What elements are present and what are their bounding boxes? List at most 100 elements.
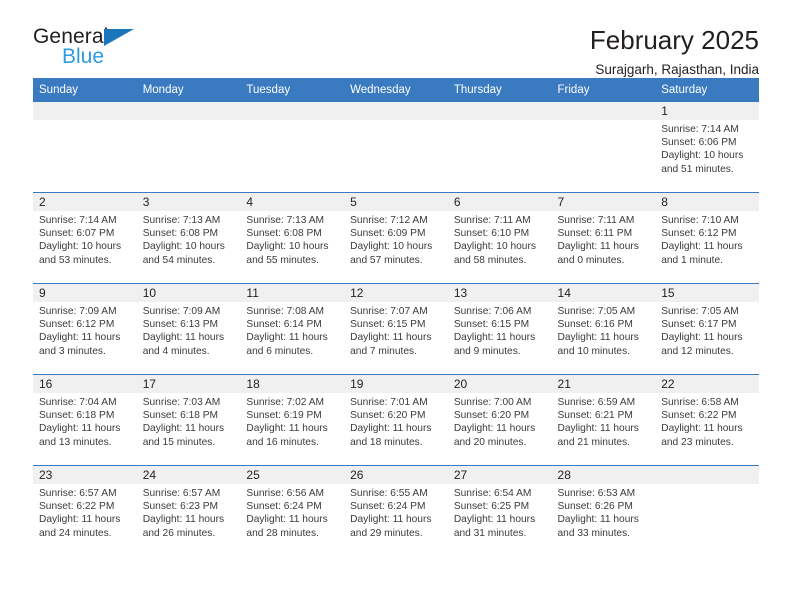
calendar-week-row: 16 Sunrise: 7:04 AM Sunset: 6:18 PM Dayligh… [33, 374, 759, 466]
calendar-day-cell[interactable] [136, 102, 241, 193]
calendar-day-cell[interactable] [344, 102, 448, 193]
daylight-text: Daylight: 11 hours and 18 minutes. [350, 423, 432, 448]
sunrise-text: Sunrise: 6:55 AM [350, 488, 428, 499]
generalblue-logo[interactable]: General Blue [33, 26, 145, 74]
daylight-text: Daylight: 11 hours and 33 minutes. [557, 514, 639, 539]
calendar-day-cell[interactable]: 1 Sunrise: 7:14 AM Sunset: 6:06 PM Daylight… [655, 102, 759, 193]
day-number: 19 [344, 375, 448, 393]
calendar-page: General Blue February 2025 Surajgarh, Ra… [0, 0, 792, 612]
sunset-text: Sunset: 6:21 PM [557, 410, 633, 422]
day-number: 8 [655, 193, 759, 211]
calendar-day-cell[interactable]: 2 Sunrise: 7:14 AM Sunset: 6:07 PM Daylight… [33, 192, 137, 284]
calendar-day-cell[interactable]: 5 Sunrise: 7:12 AM Sunset: 6:09 PM Daylight… [344, 192, 448, 284]
calendar-day-cell[interactable]: 22 Sunrise: 6:58 AM Sunset: 6:22 PM Dayligh… [655, 374, 759, 466]
daylight-text: Daylight: 11 hours and 13 minutes. [39, 423, 121, 448]
calendar-table: Sunday Monday Tuesday Wednesday Thursday… [33, 78, 759, 556]
day-number: 23 [33, 466, 137, 484]
day-number: 14 [551, 284, 656, 302]
day-number: 25 [240, 466, 345, 484]
calendar-day-cell[interactable]: 4 Sunrise: 7:13 AM Sunset: 6:08 PM Daylight… [240, 192, 345, 284]
sunset-text: Sunset: 6:24 PM [350, 501, 426, 513]
sunrise-text: Sunrise: 6:57 AM [142, 488, 221, 499]
sunset-text: Sunset: 6:09 PM [350, 228, 426, 240]
daylight-text: Daylight: 11 hours and 31 minutes. [453, 514, 536, 539]
sunrise-text: Sunrise: 6:53 AM [557, 488, 636, 499]
calendar-day-cell[interactable] [447, 102, 552, 193]
calendar-day-cell[interactable] [655, 465, 759, 556]
calendar-day-cell[interactable]: 8 Sunrise: 7:10 AM Sunset: 6:12 PM Daylight… [655, 192, 759, 284]
day-number: 7 [551, 193, 656, 211]
calendar-day-cell[interactable]: 28 Sunrise: 6:53 AM Sunset: 6:26 PM Dayligh… [551, 465, 656, 556]
calendar-day-cell[interactable]: 23 Sunrise: 6:57 AM Sunset: 6:22 PM Dayligh… [33, 465, 137, 556]
daylight-text: Daylight: 10 hours and 55 minutes. [246, 241, 329, 266]
calendar-day-cell[interactable]: 9 Sunrise: 7:09 AM Sunset: 6:12 PM Daylight… [33, 283, 137, 375]
daylight-text: Daylight: 11 hours and 12 minutes. [661, 332, 743, 357]
sunset-text: Sunset: 6:20 PM [453, 410, 530, 422]
sunset-text: Sunset: 6:12 PM [661, 228, 737, 240]
day-number [33, 102, 137, 120]
calendar-day-cell[interactable]: 25 Sunrise: 6:56 AM Sunset: 6:24 PM Dayligh… [240, 465, 345, 556]
sunset-text: Sunset: 6:12 PM [39, 319, 115, 331]
calendar-week-row: 1 Sunrise: 7:14 AM Sunset: 6:06 PM Daylight… [33, 102, 759, 193]
calendar-day-cell[interactable]: 3 Sunrise: 7:13 AM Sunset: 6:08 PM Daylight… [136, 192, 241, 284]
calendar-day-cell[interactable]: 27 Sunrise: 6:54 AM Sunset: 6:25 PM Dayligh… [447, 465, 552, 556]
calendar-day-cell[interactable] [551, 102, 656, 193]
daylight-text: Daylight: 11 hours and 29 minutes. [350, 514, 432, 539]
calendar-day-cell[interactable]: 6 Sunrise: 7:11 AM Sunset: 6:10 PM Daylight… [447, 192, 552, 284]
calendar-day-cell[interactable]: 7 Sunrise: 7:11 AM Sunset: 6:11 PM Daylight… [551, 192, 656, 284]
sunset-text: Sunset: 6:18 PM [39, 410, 115, 422]
weekday-header-thursday: Thursday [447, 78, 552, 102]
calendar-week-row: 9 Sunrise: 7:09 AM Sunset: 6:12 PM Daylight… [33, 283, 759, 375]
day-number: 11 [240, 284, 345, 302]
logo-triangle-icon [104, 29, 134, 46]
sunrise-text: Sunrise: 7:13 AM [246, 215, 324, 226]
calendar-day-cell[interactable] [240, 102, 345, 193]
calendar-day-cell[interactable] [33, 102, 137, 193]
day-number: 17 [136, 375, 241, 393]
daylight-text: Daylight: 10 hours and 53 minutes. [39, 241, 122, 266]
daylight-text: Daylight: 11 hours and 4 minutes. [142, 332, 225, 357]
sunrise-text: Sunrise: 7:05 AM [661, 306, 739, 317]
calendar-day-cell[interactable]: 18 Sunrise: 7:02 AM Sunset: 6:19 PM Dayligh… [240, 374, 345, 466]
day-number: 3 [136, 193, 241, 211]
sunset-text: Sunset: 6:08 PM [142, 228, 219, 240]
day-number: 24 [136, 466, 241, 484]
sunrise-text: Sunrise: 7:06 AM [453, 306, 532, 317]
sunset-text: Sunset: 6:26 PM [557, 501, 633, 513]
calendar-day-cell[interactable]: 17 Sunrise: 7:03 AM Sunset: 6:18 PM Dayligh… [136, 374, 241, 466]
sunset-text: Sunset: 6:22 PM [39, 501, 115, 513]
calendar-day-cell[interactable]: 11 Sunrise: 7:08 AM Sunset: 6:14 PM Dayligh… [240, 283, 345, 375]
day-number [447, 102, 552, 120]
calendar-week-row: 23 Sunrise: 6:57 AM Sunset: 6:22 PM Dayligh… [33, 465, 759, 556]
calendar-day-cell[interactable]: 10 Sunrise: 7:09 AM Sunset: 6:13 PM Dayligh… [136, 283, 241, 375]
day-number: 21 [551, 375, 656, 393]
sunrise-text: Sunrise: 7:01 AM [350, 397, 428, 408]
daylight-text: Daylight: 11 hours and 21 minutes. [557, 423, 639, 448]
day-number: 20 [447, 375, 552, 393]
calendar-day-cell[interactable]: 16 Sunrise: 7:04 AM Sunset: 6:18 PM Dayligh… [33, 374, 137, 466]
calendar-day-cell[interactable]: 14 Sunrise: 7:05 AM Sunset: 6:16 PM Dayligh… [551, 283, 656, 375]
daylight-text: Daylight: 10 hours and 54 minutes. [142, 241, 225, 266]
calendar-day-cell[interactable]: 12 Sunrise: 7:07 AM Sunset: 6:15 PM Dayligh… [344, 283, 448, 375]
calendar-day-cell[interactable]: 26 Sunrise: 6:55 AM Sunset: 6:24 PM Dayligh… [344, 465, 448, 556]
day-number: 15 [655, 284, 759, 302]
sunrise-text: Sunrise: 7:05 AM [557, 306, 636, 317]
day-number [240, 102, 345, 120]
sunset-text: Sunset: 6:18 PM [142, 410, 219, 422]
calendar-day-cell[interactable]: 19 Sunrise: 7:01 AM Sunset: 6:20 PM Dayligh… [344, 374, 448, 466]
day-number: 6 [447, 193, 552, 211]
sunset-text: Sunset: 6:19 PM [246, 410, 322, 422]
daylight-text: Daylight: 11 hours and 24 minutes. [39, 514, 121, 539]
weekday-header-tuesday: Tuesday [240, 78, 345, 102]
day-number [551, 102, 656, 120]
calendar-body: 1 Sunrise: 7:14 AM Sunset: 6:06 PM Daylight… [33, 102, 759, 556]
page-title: February 2025 [589, 25, 759, 55]
calendar-day-cell[interactable]: 21 Sunrise: 6:59 AM Sunset: 6:21 PM Dayligh… [551, 374, 656, 466]
day-number [136, 102, 241, 120]
calendar-day-cell[interactable]: 24 Sunrise: 6:57 AM Sunset: 6:23 PM Dayligh… [136, 465, 241, 556]
calendar-day-cell[interactable]: 20 Sunrise: 7:00 AM Sunset: 6:20 PM Dayligh… [447, 374, 552, 466]
day-number: 9 [33, 284, 137, 302]
calendar-day-cell[interactable]: 13 Sunrise: 7:06 AM Sunset: 6:15 PM Dayligh… [447, 283, 552, 375]
sunrise-text: Sunrise: 7:00 AM [453, 397, 532, 408]
calendar-day-cell[interactable]: 15 Sunrise: 7:05 AM Sunset: 6:17 PM Dayligh… [655, 283, 759, 375]
